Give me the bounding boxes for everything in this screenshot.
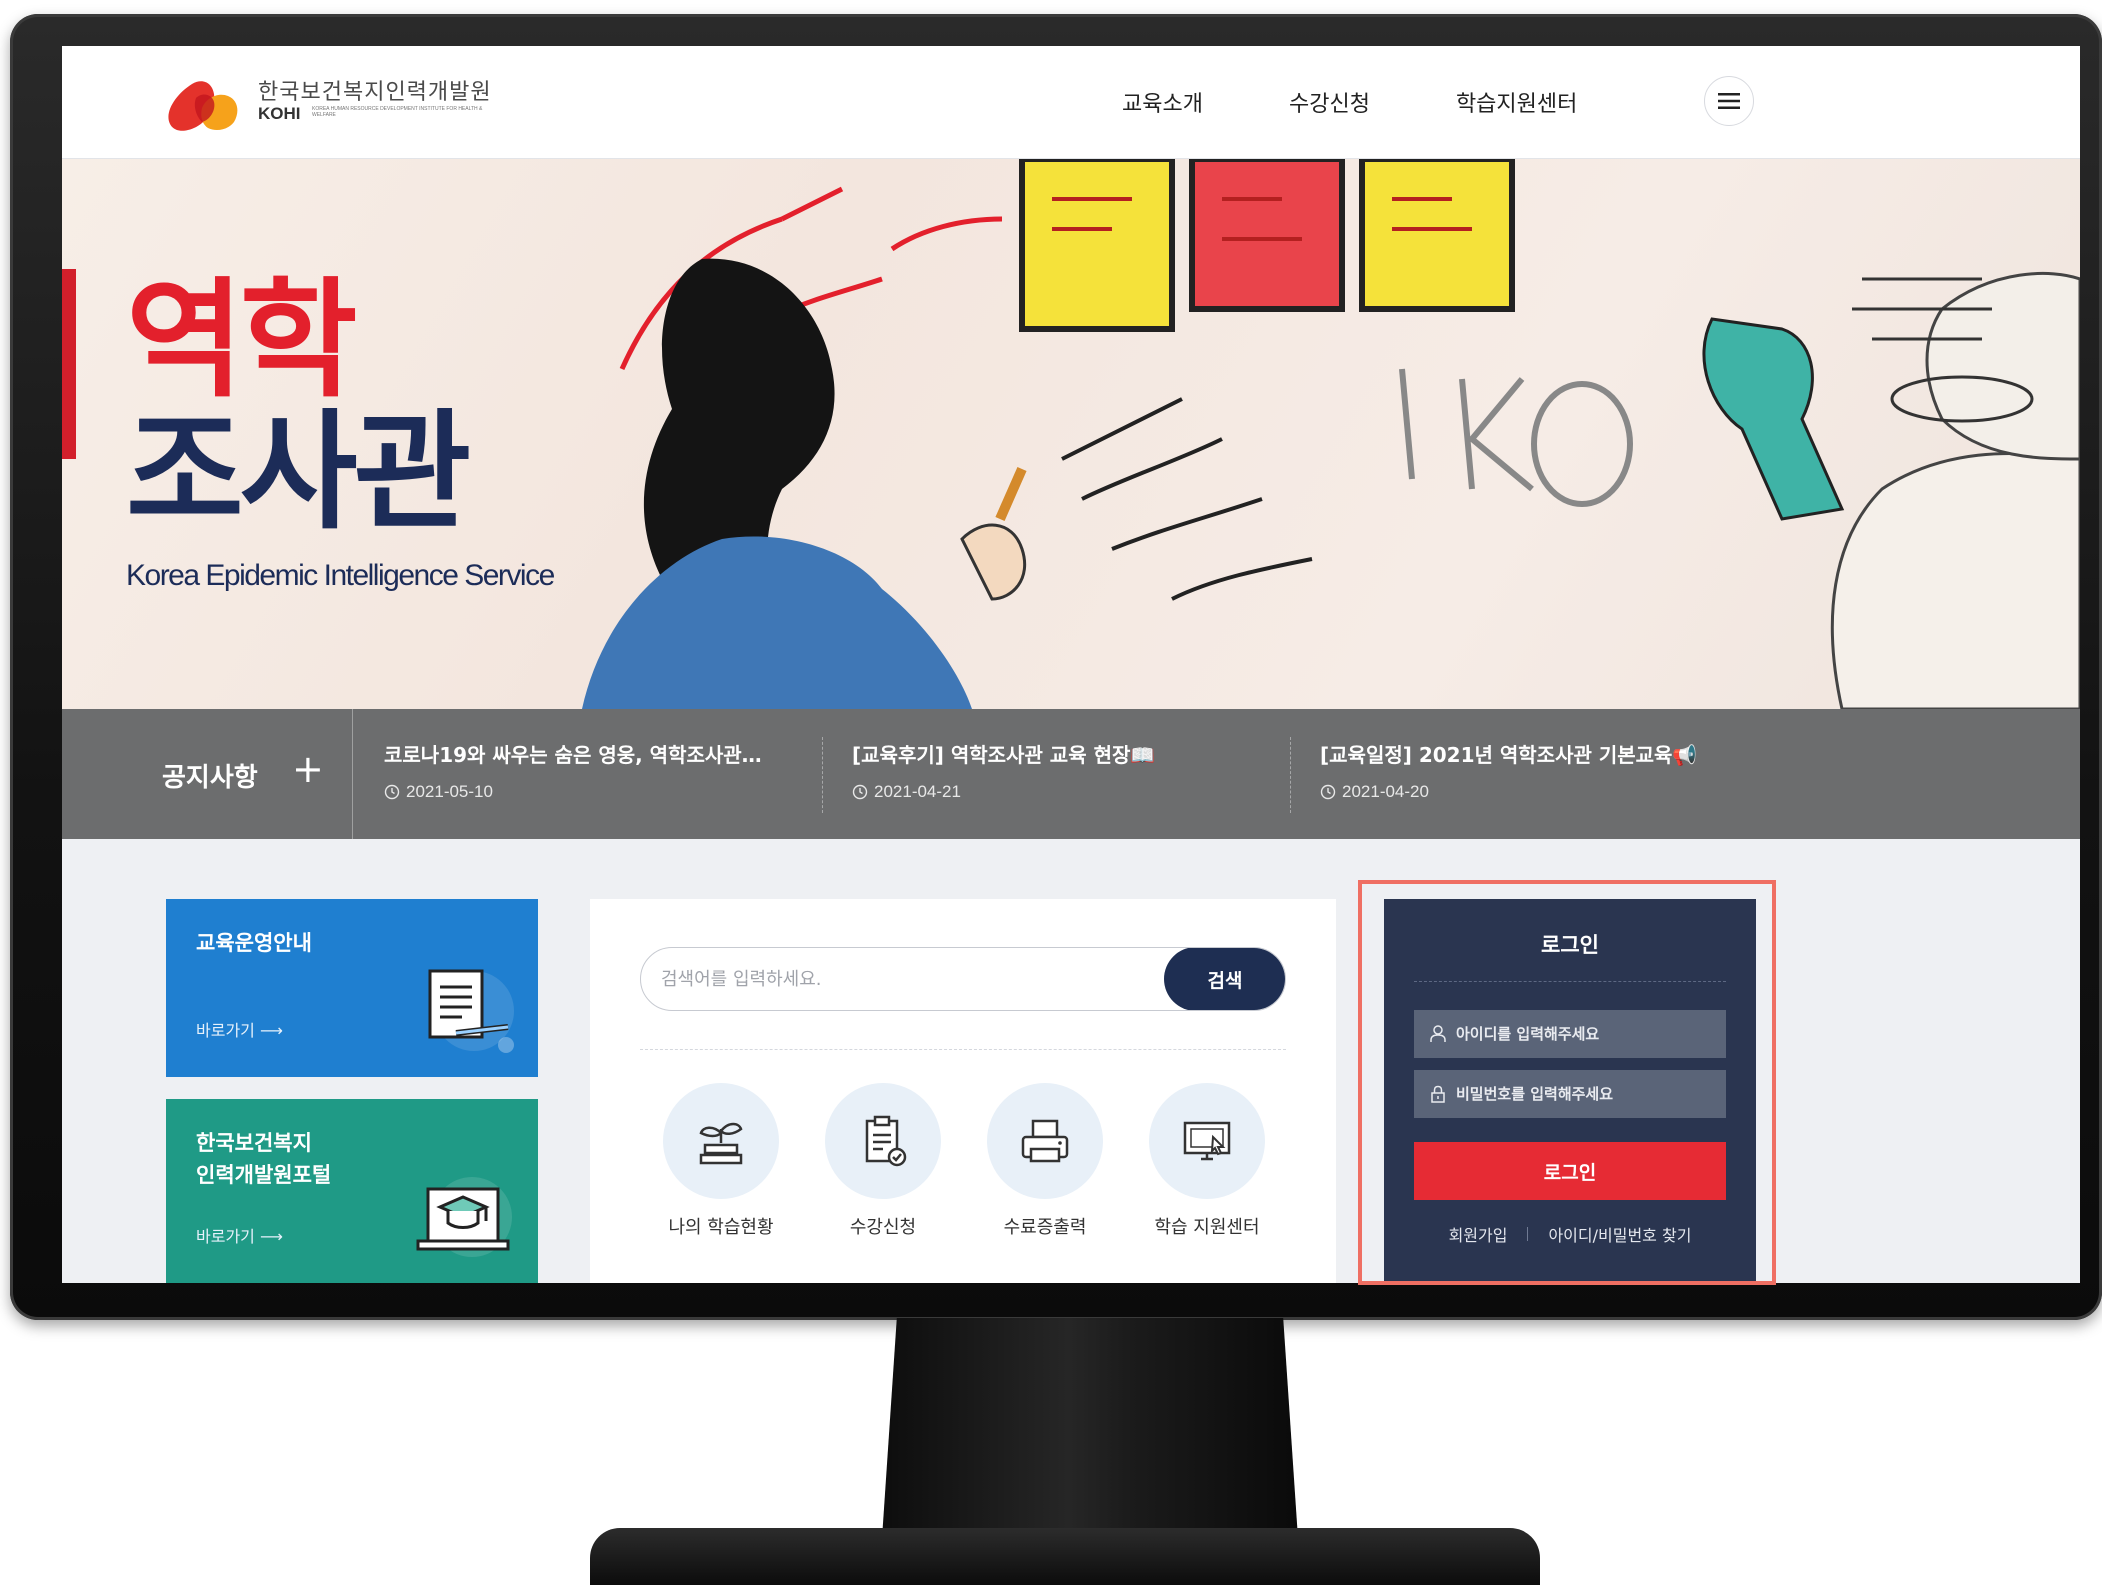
- logo-english-subtitle: KOREA HUMAN RESOURCE DEVELOPMENT INSTITU…: [312, 106, 483, 118]
- card-portal[interactable]: 한국보건복지 인력개발원포털 바로가기 ⟶: [166, 1099, 538, 1283]
- signup-link[interactable]: 회원가입: [1449, 1222, 1508, 1246]
- quick-menu-learning-support[interactable]: 학습 지원센터: [1126, 1083, 1288, 1239]
- nav-item-course-registration[interactable]: 수강신청: [1289, 86, 1370, 118]
- notice-date-text: 2021-04-21: [874, 782, 961, 801]
- notice-date: 2021-05-10: [384, 782, 804, 802]
- quick-menu-label: 나의 학습현황: [668, 1217, 774, 1238]
- monitor-cursor-icon: [1183, 1121, 1231, 1161]
- quick-menu-icon-circle: [663, 1083, 779, 1199]
- card-shortcut-link[interactable]: 바로가기 ⟶: [196, 1223, 283, 1247]
- plus-icon[interactable]: +: [292, 749, 324, 789]
- notice-title: 코로나19와 싸우는 숨은 영웅, 역학조사관…: [384, 743, 762, 767]
- quick-menu-my-learning[interactable]: 나의 학습현황: [640, 1083, 802, 1239]
- card-title-line1: 한국보건복지: [196, 1131, 312, 1155]
- nav-item-learning-support[interactable]: 학습지원센터: [1456, 86, 1577, 118]
- notice-date-text: 2021-04-20: [1342, 782, 1429, 801]
- quick-menu-icon-circle: [987, 1083, 1103, 1199]
- main-nav: 교육소개 수강신청 학습지원센터: [1122, 74, 1663, 130]
- quick-menu-icon-circle: [1149, 1083, 1265, 1199]
- quick-menu-certificate-print[interactable]: 수료증출력: [964, 1083, 1126, 1239]
- graduation-laptop-icon: [416, 1177, 512, 1257]
- notice-title: [교육일정] 2021년 역학조사관 기본교육📢: [1320, 743, 1698, 767]
- login-links: 회원가입 아이디/비밀번호 찾기: [1414, 1222, 1726, 1246]
- login-title: 로그인: [1541, 933, 1599, 957]
- quick-menu-label: 수강신청: [849, 1217, 917, 1238]
- card-education-guide[interactable]: 교육운영안내 바로가기 ⟶: [166, 899, 538, 1077]
- login-id-field: [1414, 1010, 1726, 1058]
- notice-title: [교육후기] 역학조사관 교육 현장📖: [852, 743, 1156, 767]
- clock-icon: [1320, 784, 1336, 800]
- clock-icon: [384, 784, 400, 800]
- hero-banner: 역학 조사관 Korea Epidemic Intelligence Servi…: [62, 159, 2080, 709]
- nav-item-education-intro[interactable]: 교육소개: [1122, 86, 1203, 118]
- hero-subtitle: Korea Epidemic Intelligence Service: [126, 559, 555, 592]
- document-pen-icon: [428, 969, 514, 1053]
- login-password-input[interactable]: [1446, 1084, 1726, 1104]
- site-header: 한국보건복지인력개발원 KOHI KOREA HUMAN RESOURCE DE…: [62, 46, 2080, 159]
- notice-item[interactable]: [교육후기] 역학조사관 교육 현장📖 2021-04-21: [852, 739, 1272, 802]
- logo-english-name: KOHI: [258, 104, 301, 123]
- clock-icon: [852, 784, 868, 800]
- quick-menu-course-registration[interactable]: 수강신청: [802, 1083, 964, 1239]
- hamburger-icon: [1718, 93, 1740, 109]
- quick-menu-icon-circle: [825, 1083, 941, 1199]
- hero-title-line2: 조사관: [126, 398, 471, 547]
- notice-date-text: 2021-05-10: [406, 782, 493, 801]
- search-box: 검색: [640, 947, 1286, 1011]
- monitor-stand-base: [590, 1528, 1540, 1585]
- logo-korean-name: 한국보건복지인력개발원: [258, 80, 492, 105]
- notice-separator: [822, 737, 824, 813]
- login-divider: [1414, 981, 1726, 982]
- user-icon: [1430, 1025, 1446, 1042]
- clipboard-check-icon: [865, 1115, 907, 1167]
- notice-item[interactable]: [교육일정] 2021년 역학조사관 기본교육📢 2021-04-20: [1320, 739, 1740, 802]
- menu-button[interactable]: [1704, 76, 1754, 126]
- notice-bar: 공지사항 + 코로나19와 싸우는 숨은 영웅, 역학조사관… 2021-05-…: [62, 709, 2080, 839]
- site-logo[interactable]: 한국보건복지인력개발원 KOHI KOREA HUMAN RESOURCE DE…: [162, 68, 522, 138]
- login-button[interactable]: 로그인: [1414, 1142, 1726, 1200]
- login-password-field: [1414, 1070, 1726, 1118]
- quick-menu: 나의 학습현황 수강신청 수료증출력 학습 지원센터: [640, 1083, 1320, 1239]
- hero-title-line1: 역학: [126, 266, 358, 415]
- card-shortcut-link[interactable]: 바로가기 ⟶: [196, 1017, 283, 1041]
- search-input[interactable]: [641, 948, 1183, 1010]
- notice-item[interactable]: 코로나19와 싸우는 숨은 영웅, 역학조사관… 2021-05-10: [384, 739, 804, 802]
- notice-divider: [352, 709, 353, 839]
- quick-menu-label: 학습 지원센터: [1154, 1217, 1260, 1238]
- search-button[interactable]: 검색: [1164, 948, 1285, 1010]
- browser-screen: 한국보건복지인력개발원 KOHI KOREA HUMAN RESOURCE DE…: [62, 46, 2080, 1283]
- printer-icon: [1021, 1119, 1069, 1163]
- quick-menu-label: 수료증출력: [1003, 1217, 1087, 1238]
- search-divider: [640, 1049, 1286, 1050]
- kohi-logo-icon: [168, 81, 238, 131]
- login-id-input[interactable]: [1446, 1024, 1726, 1044]
- lock-icon: [1431, 1085, 1445, 1103]
- notice-date: 2021-04-20: [1320, 782, 1740, 802]
- search-panel: 검색 나의 학습현황: [590, 899, 1336, 1283]
- notice-separator: [1290, 737, 1292, 813]
- login-panel: 로그인 로그인 회원가입 아이디/비밀번호 찾기: [1384, 899, 1756, 1283]
- notice-date: 2021-04-21: [852, 782, 1272, 802]
- notice-label: 공지사항: [162, 763, 258, 793]
- link-divider: [1527, 1227, 1529, 1241]
- sprout-book-icon: [699, 1122, 743, 1165]
- find-account-link[interactable]: 아이디/비밀번호 찾기: [1548, 1222, 1691, 1246]
